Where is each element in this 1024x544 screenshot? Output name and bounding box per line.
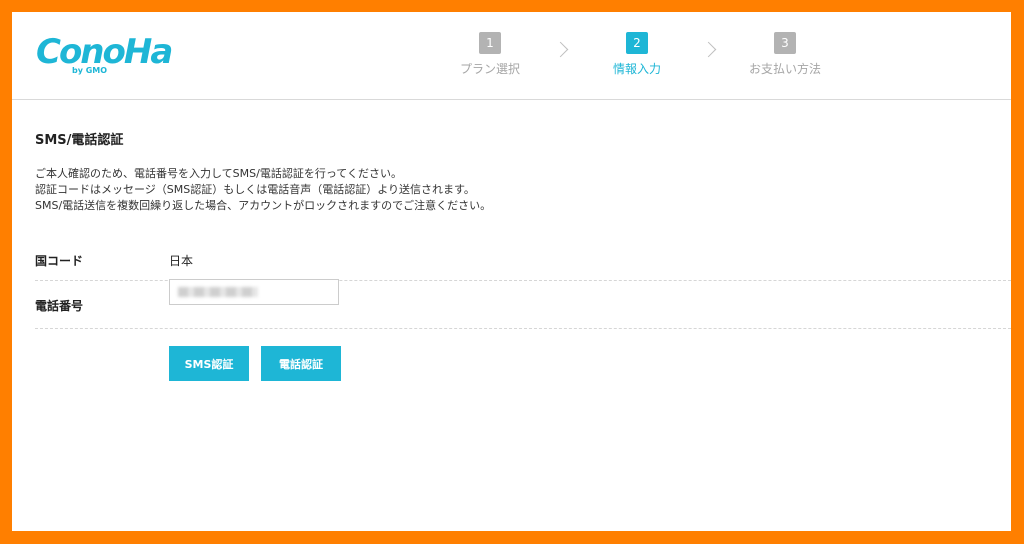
description-line: 認証コードはメッセージ（SMS認証）もしくは電話音声（電話認証）より送信されます… [35, 183, 475, 196]
redacted-phone-number [178, 287, 258, 297]
phone-number-label: 電話番号 [35, 299, 84, 313]
chevron-right-icon [552, 41, 569, 58]
call-auth-button[interactable]: 電話認証 [261, 346, 341, 381]
description-line: SMS/電話送信を複数回繰り返した場合、アカウントがロックされますのでご注意くだ… [35, 199, 492, 212]
step-label: プラン選択 [459, 62, 520, 76]
page-frame: ConoHa by GMO 1 プラン選択 2 情報入力 3 お支払い方法 SM… [12, 12, 1011, 531]
step-number: 1 [479, 32, 501, 54]
step-number: 3 [774, 32, 796, 54]
header: ConoHa by GMO 1 プラン選択 2 情報入力 3 お支払い方法 [12, 12, 1011, 100]
step-info-input: 2 情報入力 [587, 32, 687, 77]
step-number: 2 [626, 32, 648, 54]
step-label: 情報入力 [612, 62, 661, 76]
sms-auth-button[interactable]: SMS認証 [169, 346, 249, 381]
chevron-right-icon [700, 41, 717, 58]
logo-sub: by GMO [72, 66, 108, 75]
country-code-value: 日本 [169, 254, 194, 268]
phone-number-input[interactable] [169, 279, 339, 305]
country-code-label: 国コード [35, 254, 84, 268]
step-payment-method: 3 お支払い方法 [735, 32, 835, 77]
description-line: ご本人確認のため、電話番号を入力してSMS/電話認証を行ってください。 [35, 167, 402, 180]
conoha-logo[interactable]: ConoHa by GMO [36, 34, 173, 78]
step-plan-select: 1 プラン選択 [440, 32, 540, 77]
section-title: SMS/電話認証 [35, 133, 124, 148]
country-code-row: 国コード 日本 [35, 242, 1011, 281]
description: ご本人確認のため、電話番号を入力してSMS/電話認証を行ってください。 認証コー… [35, 166, 491, 214]
step-label: お支払い方法 [748, 62, 821, 76]
